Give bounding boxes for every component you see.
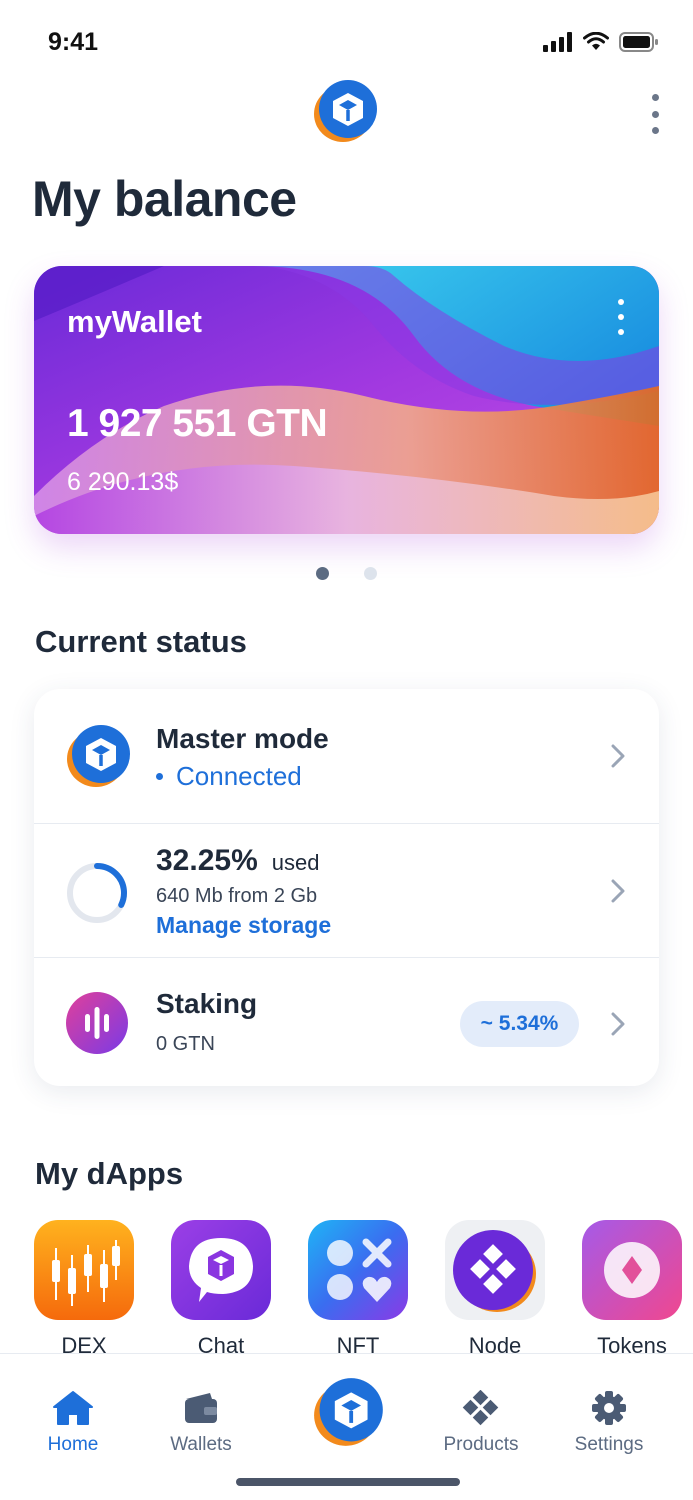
- status-icons: [543, 32, 659, 52]
- node-diamond-icon: [445, 1220, 545, 1320]
- dapp-chat[interactable]: Chat: [171, 1220, 271, 1354]
- gear-icon: [592, 1391, 626, 1425]
- dapp-tokens[interactable]: Tokens: [582, 1220, 682, 1354]
- shapes-icon: [308, 1220, 408, 1320]
- storage-percent-value: 32.25%: [156, 844, 258, 877]
- staking-rate-badge: ~ 5.34%: [460, 1001, 579, 1047]
- chevron-right-icon: [611, 879, 625, 903]
- wallet-name: myWallet: [67, 304, 202, 339]
- dapp-label: DEX: [61, 1333, 107, 1354]
- dapps-list: DEX Chat NFT Node Tokens: [0, 1218, 693, 1354]
- dapp-dex[interactable]: DEX: [34, 1220, 134, 1354]
- token-coin-icon: [582, 1220, 682, 1320]
- tab-settings[interactable]: Settings: [554, 1390, 664, 1456]
- staking-title: Staking: [156, 988, 258, 1019]
- center-logo-button[interactable]: [313, 1376, 385, 1448]
- tab-home-label: Home: [47, 1434, 99, 1455]
- carousel-dot[interactable]: [364, 567, 377, 580]
- tab-wallets[interactable]: Wallets: [146, 1390, 256, 1456]
- more-options-icon[interactable]: [645, 94, 665, 134]
- dapp-nft[interactable]: NFT: [308, 1220, 408, 1354]
- master-mode-title: Master mode: [156, 723, 329, 754]
- storage-used-label: used: [271, 850, 320, 875]
- wifi-icon: [583, 32, 609, 50]
- status-card: Master mode Connected 32.25% used 640 Mb…: [34, 689, 659, 1086]
- connection-status-label: Connected: [176, 761, 302, 791]
- app-logo: [313, 78, 379, 144]
- tab-home[interactable]: Home: [18, 1390, 128, 1456]
- tab-products-label: Products: [443, 1434, 519, 1455]
- staking-amount: 0 GTN: [156, 1033, 215, 1055]
- wallet-icon: [185, 1393, 217, 1423]
- signal-icon: [543, 32, 572, 52]
- section-title-status: Current status: [35, 624, 247, 659]
- wallet-card[interactable]: myWallet 1 927 551 GTN 6 290.13$: [34, 266, 659, 534]
- tab-products[interactable]: Products: [426, 1390, 536, 1456]
- storage-detail: 640 Mb from 2 Gb: [156, 885, 318, 907]
- tab-settings-label: Settings: [574, 1434, 644, 1455]
- wallet-fiat-balance: 6 290.13$: [67, 468, 179, 496]
- dapp-label: Tokens: [597, 1333, 667, 1354]
- wallet-menu-icon[interactable]: [614, 299, 628, 335]
- chevron-right-icon: [611, 1012, 625, 1036]
- chat-bubble-icon: [171, 1220, 271, 1320]
- app-logo-icon: [314, 1378, 383, 1446]
- storage-percent: 32.25% used: [156, 844, 319, 878]
- chevron-right-icon: [611, 744, 625, 768]
- staking-bars-icon: [66, 992, 128, 1054]
- master-mode-logo-icon: [67, 725, 130, 787]
- manage-storage-link[interactable]: Manage storage: [156, 912, 331, 939]
- staking-row[interactable]: Staking 0 GTN ~ 5.34%: [34, 957, 659, 1086]
- master-mode-row[interactable]: Master mode Connected: [34, 689, 659, 823]
- status-time: 9:41: [48, 28, 99, 56]
- candlestick-chart-icon: [34, 1220, 134, 1320]
- battery-icon: [619, 32, 658, 52]
- status-dot-icon: [156, 773, 163, 780]
- dapp-label: Node: [468, 1333, 522, 1354]
- dapp-label: NFT: [336, 1333, 380, 1354]
- storage-row[interactable]: 32.25% used 640 Mb from 2 Gb Manage stor…: [34, 823, 659, 957]
- home-indicator: [236, 1478, 460, 1486]
- home-icon: [53, 1391, 93, 1425]
- section-title-dapps: My dApps: [35, 1156, 184, 1191]
- dapp-node[interactable]: Node: [445, 1220, 545, 1354]
- tab-wallets-label: Wallets: [170, 1434, 232, 1455]
- wallet-balance: 1 927 551 GTN: [67, 402, 328, 445]
- dapp-label: Chat: [197, 1333, 245, 1354]
- carousel-dot-active[interactable]: [316, 567, 329, 580]
- storage-progress-ring-icon: [67, 863, 127, 923]
- connection-status: Connected: [156, 761, 302, 792]
- products-diamond-icon: [462, 1390, 499, 1426]
- page-title: My balance: [32, 171, 297, 227]
